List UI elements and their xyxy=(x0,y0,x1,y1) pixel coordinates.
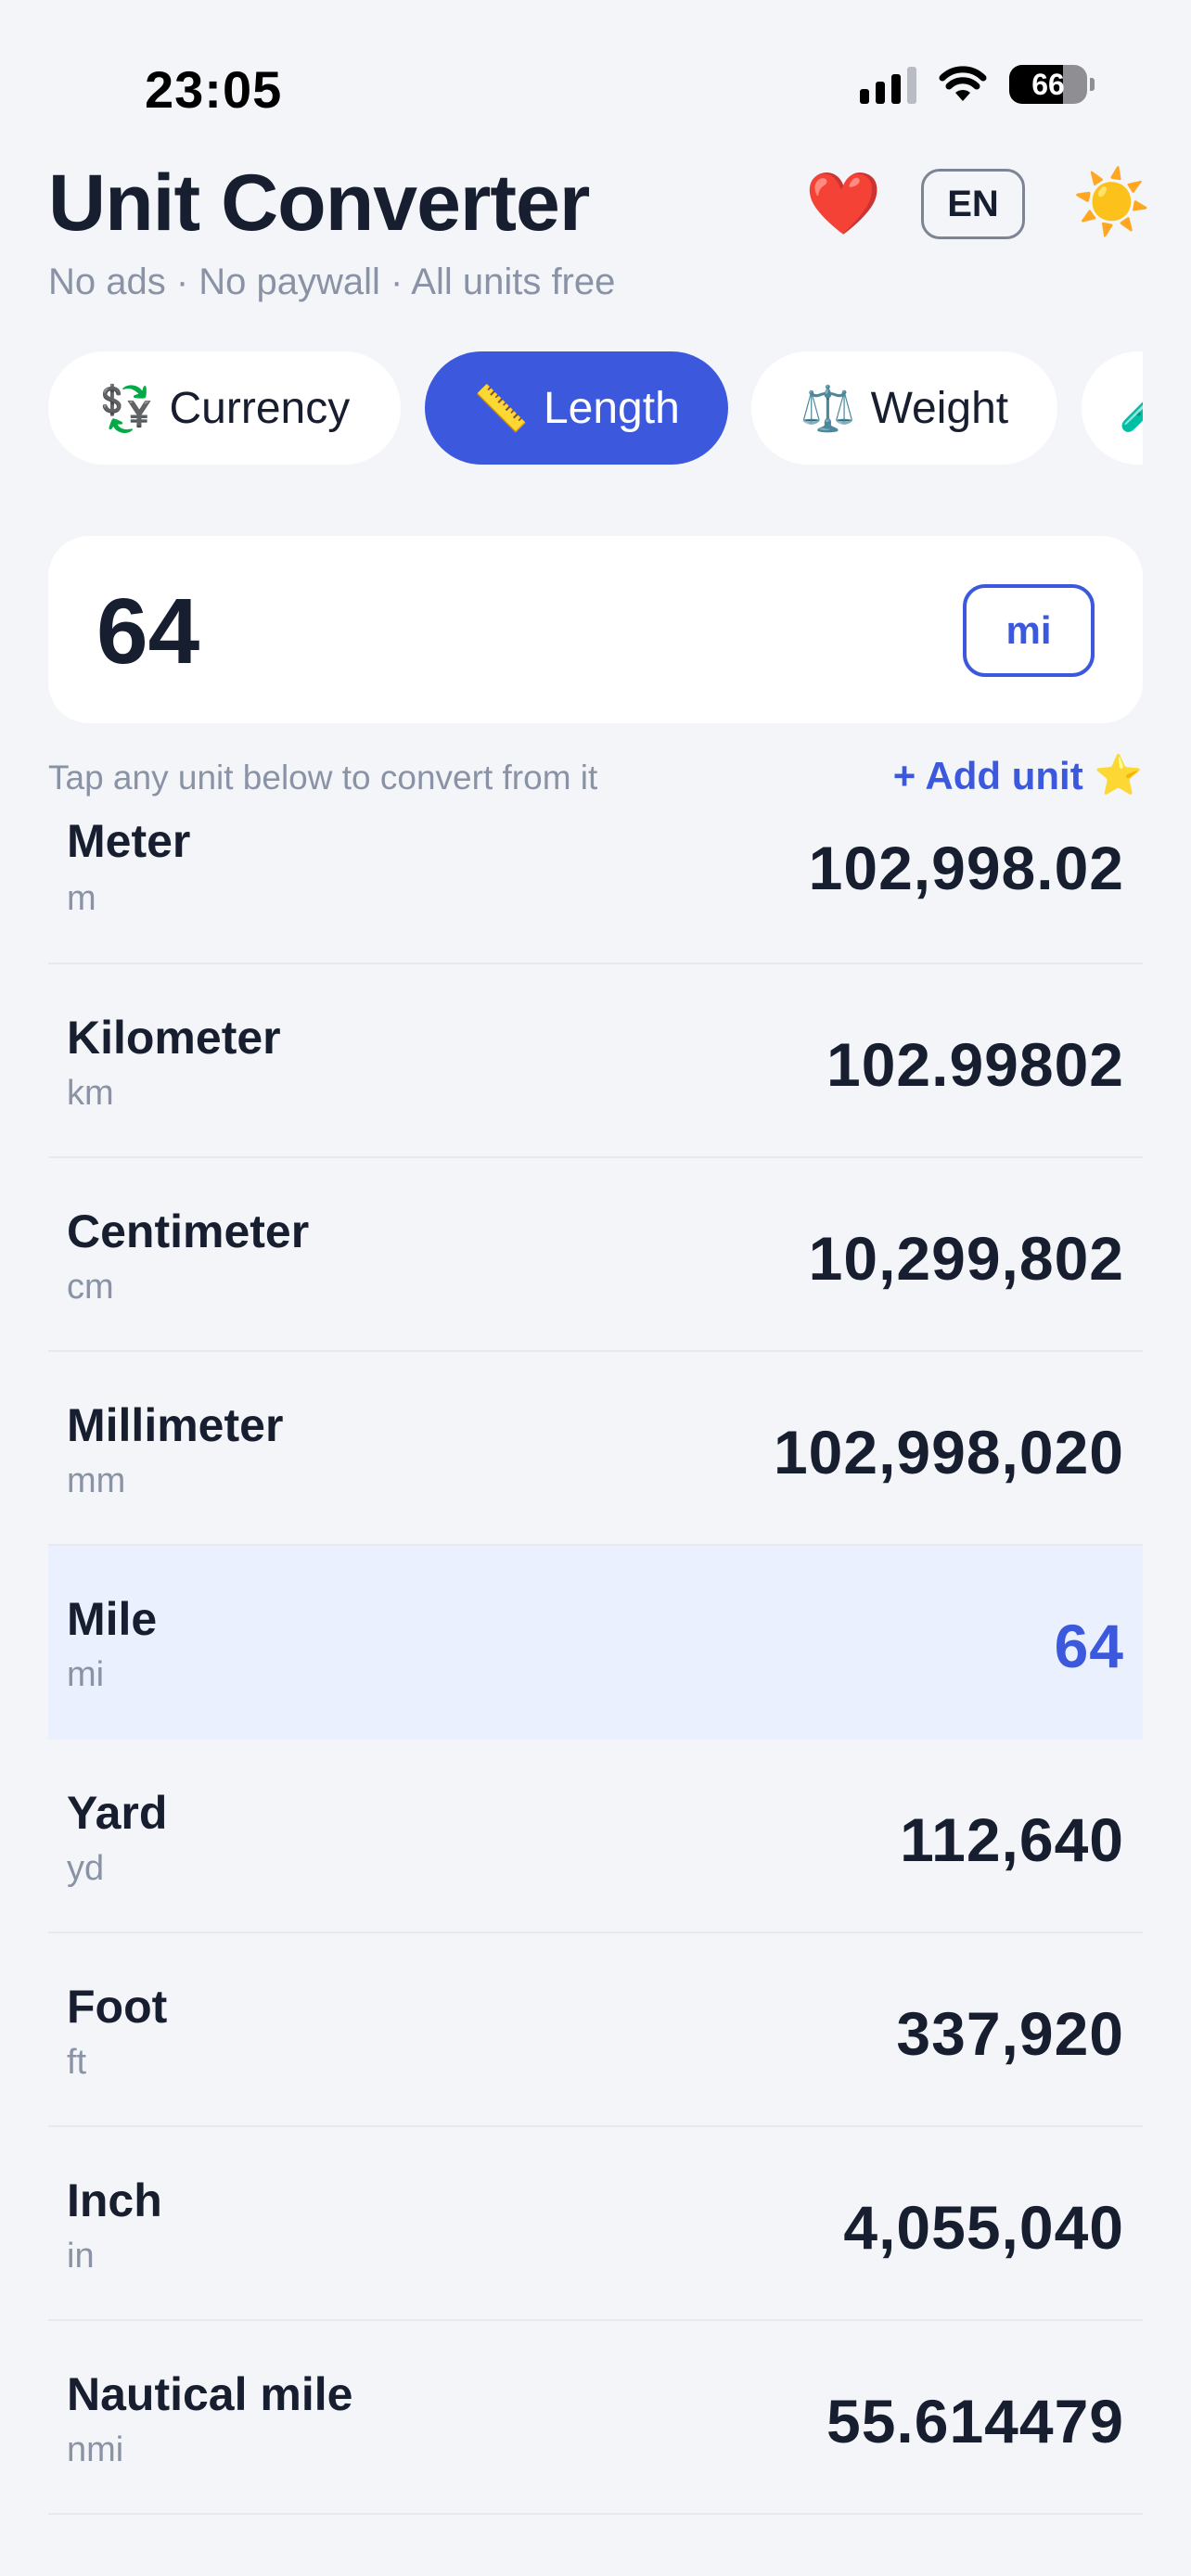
unit-name: Mile xyxy=(67,1593,158,1645)
category-tabs: 💱 Currency 📏 Length ⚖️ Weight 🧪 xyxy=(48,351,1143,465)
ruler-icon: 📏 xyxy=(473,384,529,434)
tab-label: Length xyxy=(543,383,680,433)
tab-length[interactable]: 📏 Length xyxy=(425,351,728,465)
cellular-signal-icon xyxy=(860,65,916,104)
favorite-heart-icon[interactable]: ❤️ xyxy=(805,172,881,234)
star-icon: ⭐ xyxy=(1094,753,1143,797)
unit-value: 102,998.02 xyxy=(808,834,1124,902)
unit-row-yard[interactable]: Yard yd 112,640 xyxy=(48,1740,1143,1933)
source-unit-button[interactable]: mi xyxy=(963,584,1095,677)
unit-name: Centimeter xyxy=(67,1205,310,1257)
currency-exchange-icon: 💱 xyxy=(98,384,155,434)
unit-name: Nautical mile xyxy=(67,2368,353,2420)
unit-value: 112,640 xyxy=(900,1805,1124,1874)
unit-row-mile[interactable]: Mile mi 64 xyxy=(48,1546,1143,1740)
tab-currency[interactable]: 💱 Currency xyxy=(48,351,401,465)
unit-abbr: cm xyxy=(67,1268,114,1307)
unit-name: Millimeter xyxy=(67,1399,284,1451)
unit-abbr: yd xyxy=(67,1849,105,1888)
wifi-icon xyxy=(939,66,987,101)
unit-row-kilometer[interactable]: Kilometer km 102.99802 xyxy=(48,964,1143,1158)
unit-value: 10,299,802 xyxy=(808,1224,1124,1293)
conversion-hint: Tap any unit below to convert from it xyxy=(48,759,598,797)
unit-row-meter[interactable]: Meter m 102,998.02 xyxy=(48,805,1143,964)
unit-list: Meter m 102,998.02 Kilometer km 102.9980… xyxy=(48,805,1143,2515)
unit-abbr: mm xyxy=(67,1461,126,1500)
unit-value: 102.99802 xyxy=(826,1030,1124,1099)
unit-abbr: in xyxy=(67,2237,95,2276)
sun-theme-icon[interactable]: ☀️ xyxy=(1072,171,1151,234)
unit-value: 64 xyxy=(1054,1612,1124,1680)
unit-abbr: nmi xyxy=(67,2430,124,2469)
app-subtitle: No ads · No paywall · All units free xyxy=(48,261,616,302)
unit-abbr: m xyxy=(67,879,96,918)
language-button[interactable]: EN xyxy=(921,169,1025,239)
unit-row-inch[interactable]: Inch in 4,055,040 xyxy=(48,2127,1143,2321)
unit-value: 4,055,040 xyxy=(843,2193,1124,2262)
add-unit-label: + Add unit xyxy=(892,753,1083,797)
unit-row-nautical-mile[interactable]: Nautical mile nmi 55.614479 xyxy=(48,2321,1143,2515)
unit-name: Inch xyxy=(67,2174,162,2226)
app-title: Unit Converter xyxy=(48,159,590,248)
tab-weight[interactable]: ⚖️ Weight xyxy=(751,351,1057,465)
battery-level: 66 xyxy=(1031,67,1065,101)
unit-row-foot[interactable]: Foot ft 337,920 xyxy=(48,1933,1143,2127)
unit-value: 102,998,020 xyxy=(773,1418,1124,1486)
tab-partial[interactable]: 🧪 xyxy=(1082,351,1143,465)
unit-row-centimeter[interactable]: Centimeter cm 10,299,802 xyxy=(48,1158,1143,1352)
tab-label: Currency xyxy=(169,383,351,433)
unit-abbr: km xyxy=(67,1074,114,1113)
unit-name: Meter xyxy=(67,815,191,867)
value-input-card: 64 mi xyxy=(48,536,1143,723)
status-icons: 66 xyxy=(860,65,1095,104)
status-time: 23:05 xyxy=(145,60,283,119)
tab-label: Weight xyxy=(870,383,1009,433)
value-input[interactable]: 64 xyxy=(96,579,199,685)
battery-icon: 66 xyxy=(1009,65,1095,104)
add-unit-button[interactable]: + Add unit ⭐ xyxy=(893,753,1143,798)
unit-name: Kilometer xyxy=(67,1012,281,1064)
scales-icon: ⚖️ xyxy=(800,384,856,434)
unit-value: 337,920 xyxy=(896,1999,1124,2068)
test-tube-icon: 🧪 xyxy=(1119,382,1143,435)
unit-name: Yard xyxy=(67,1787,168,1839)
unit-row-millimeter[interactable]: Millimeter mm 102,998,020 xyxy=(48,1352,1143,1546)
unit-value: 55.614479 xyxy=(826,2387,1124,2455)
unit-name: Foot xyxy=(67,1981,168,2033)
unit-abbr: mi xyxy=(67,1655,105,1694)
unit-abbr: ft xyxy=(67,2043,87,2082)
